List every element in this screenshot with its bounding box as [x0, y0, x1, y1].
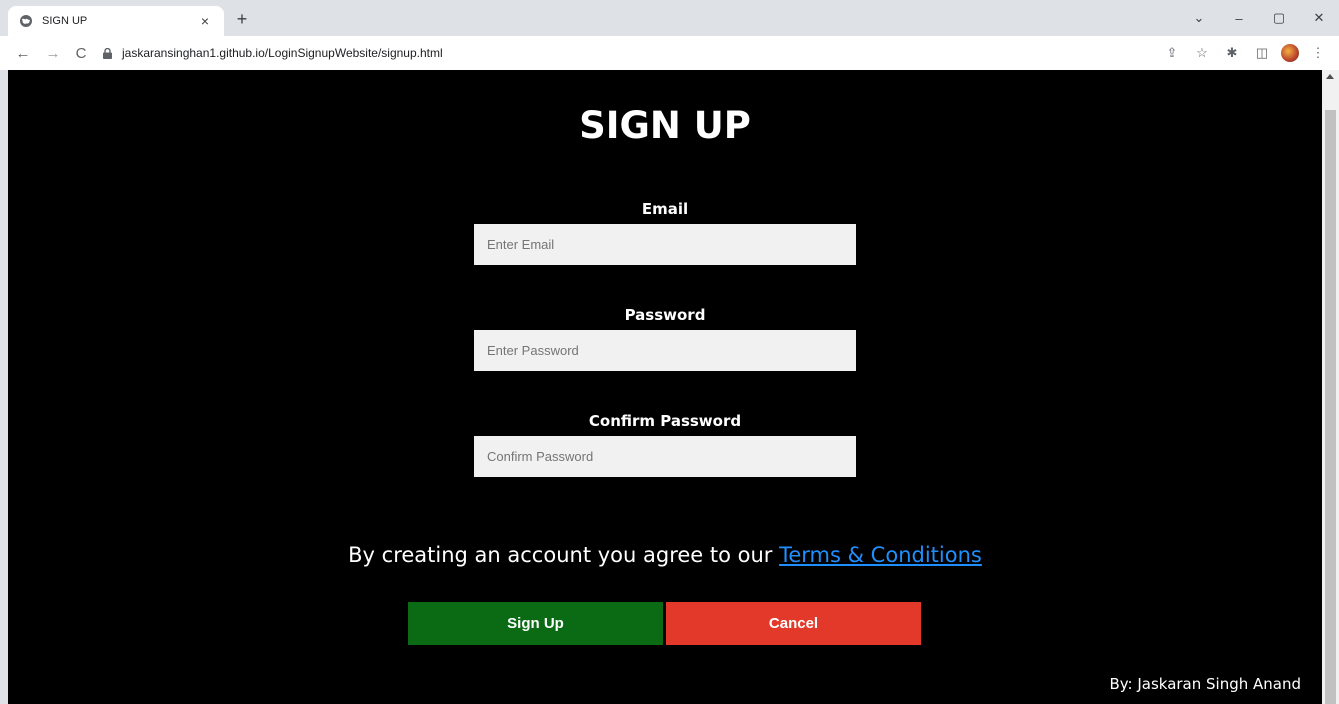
terms-notice: By creating an account you agree to our … [8, 543, 1322, 567]
scrollbar-thumb[interactable] [1325, 110, 1336, 704]
toolbar-icons: ⇪ ☆ ✱ ◫ ⋮ [1161, 42, 1329, 64]
author-credit: By: Jaskaran Singh Anand [1109, 675, 1301, 693]
minimize-button[interactable]: – [1219, 11, 1259, 26]
password-label: Password [624, 306, 706, 324]
terms-text: By creating an account you agree to our [348, 543, 780, 567]
tab-title: SIGN UP [42, 15, 88, 27]
reload-icon[interactable]: C [70, 42, 92, 64]
close-window-button[interactable]: ✕ [1299, 10, 1339, 26]
page-title: SIGN UP [579, 104, 751, 147]
side-panel-icon[interactable]: ◫ [1251, 42, 1273, 64]
back-arrow-icon[interactable]: ← [12, 42, 34, 64]
email-label: Email [641, 200, 689, 218]
tab-strip: SIGN UP × + ⌄ – ▢ ✕ [0, 0, 1339, 36]
forward-arrow-icon[interactable]: → [42, 42, 64, 64]
globe-icon [18, 13, 34, 29]
confirm-password-field[interactable] [474, 436, 856, 477]
page-viewport: SIGN UP Email Password Confirm Password … [8, 70, 1322, 704]
lock-icon[interactable] [100, 46, 114, 60]
restore-button[interactable]: ▢ [1259, 10, 1299, 26]
email-field[interactable] [474, 224, 856, 265]
sign-up-button[interactable]: Sign Up [408, 602, 663, 645]
browser-tab[interactable]: SIGN UP × [8, 6, 224, 36]
share-icon[interactable]: ⇪ [1161, 42, 1183, 64]
new-tab-button[interactable]: + [232, 9, 252, 29]
page-scrollbar[interactable] [1322, 70, 1339, 704]
url-text[interactable]: jaskaransinghan1.github.io/LoginSignupWe… [122, 46, 443, 60]
close-tab-icon[interactable]: × [196, 12, 214, 30]
confirm-password-label: Confirm Password [588, 412, 742, 430]
extensions-puzzle-icon[interactable]: ✱ [1221, 42, 1243, 64]
tab-search-icon[interactable]: ⌄ [1179, 10, 1219, 26]
terms-link[interactable]: Terms & Conditions [779, 543, 982, 567]
menu-kebab-icon[interactable]: ⋮ [1307, 42, 1329, 64]
cancel-button[interactable]: Cancel [666, 602, 921, 645]
window-controls: ⌄ – ▢ ✕ [1179, 0, 1339, 36]
scroll-up-arrow-icon[interactable] [1326, 74, 1334, 79]
password-field[interactable] [474, 330, 856, 371]
address-bar[interactable]: jaskaransinghan1.github.io/LoginSignupWe… [100, 41, 1260, 65]
browser-toolbar: ← → C jaskaransinghan1.github.io/LoginSi… [0, 36, 1339, 70]
bookmark-star-icon[interactable]: ☆ [1191, 42, 1213, 64]
profile-avatar[interactable] [1281, 44, 1299, 62]
